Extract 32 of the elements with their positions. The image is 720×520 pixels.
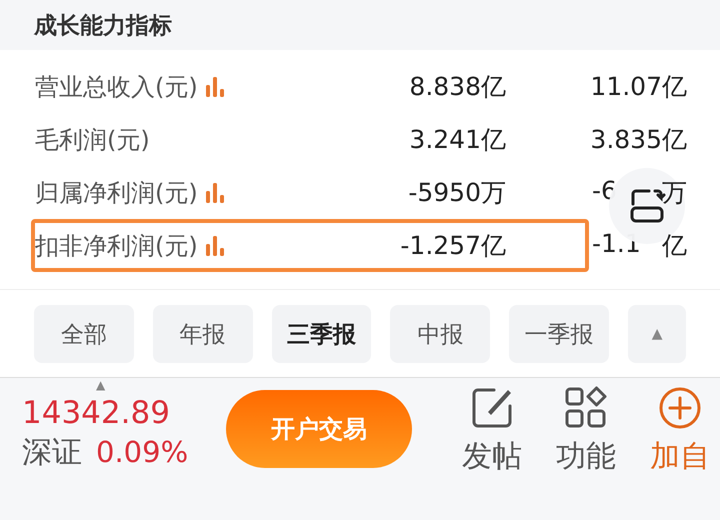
table-cell-text: -1.1 [592, 229, 641, 260]
grid-icon [564, 386, 608, 430]
index-name: 深证 [22, 434, 82, 472]
table-cell-text: 万 [662, 177, 687, 209]
table-cell: -1.257亿 [400, 231, 506, 260]
period-tab[interactable]: 中报 [390, 305, 490, 363]
table-cell: 11.07亿 [590, 72, 687, 101]
edit-icon [470, 386, 514, 430]
bar-chart-icon[interactable] [206, 182, 224, 202]
section-title: 成长能力指标 [34, 12, 172, 40]
period-tab[interactable]: 一季报 [509, 305, 610, 363]
action-button[interactable]: 发帖 [456, 386, 528, 477]
row-label: 扣非净利润(元) [35, 230, 198, 262]
table-cell-text: -6 [592, 176, 617, 207]
table-cell: 3.835亿 [590, 125, 687, 154]
period-tab[interactable]: 全部 [34, 305, 134, 363]
action-button[interactable]: 功能 [550, 386, 622, 477]
table-cell-text: 亿 [662, 230, 687, 262]
table-cell: 3.241亿 [409, 125, 506, 154]
period-tab[interactable]: 三季报 [272, 305, 372, 363]
period-tab[interactable]: 年报 [152, 305, 253, 363]
row-label: 毛利润(元) [35, 124, 150, 156]
add-icon [658, 386, 702, 430]
bar-chart-icon[interactable] [206, 76, 224, 96]
caret-icon: ▲ [96, 378, 106, 392]
index-price: 14342.89 [22, 394, 171, 432]
bar-chart-icon[interactable] [206, 236, 224, 256]
table-cell: 8.838亿 [409, 72, 506, 101]
table-cell: -5950万 [408, 178, 506, 207]
row-label: 营业总收入(元) [35, 72, 198, 102]
index-change: 0.09% [96, 435, 188, 469]
row-label: 归属净利润(元) [35, 178, 198, 208]
